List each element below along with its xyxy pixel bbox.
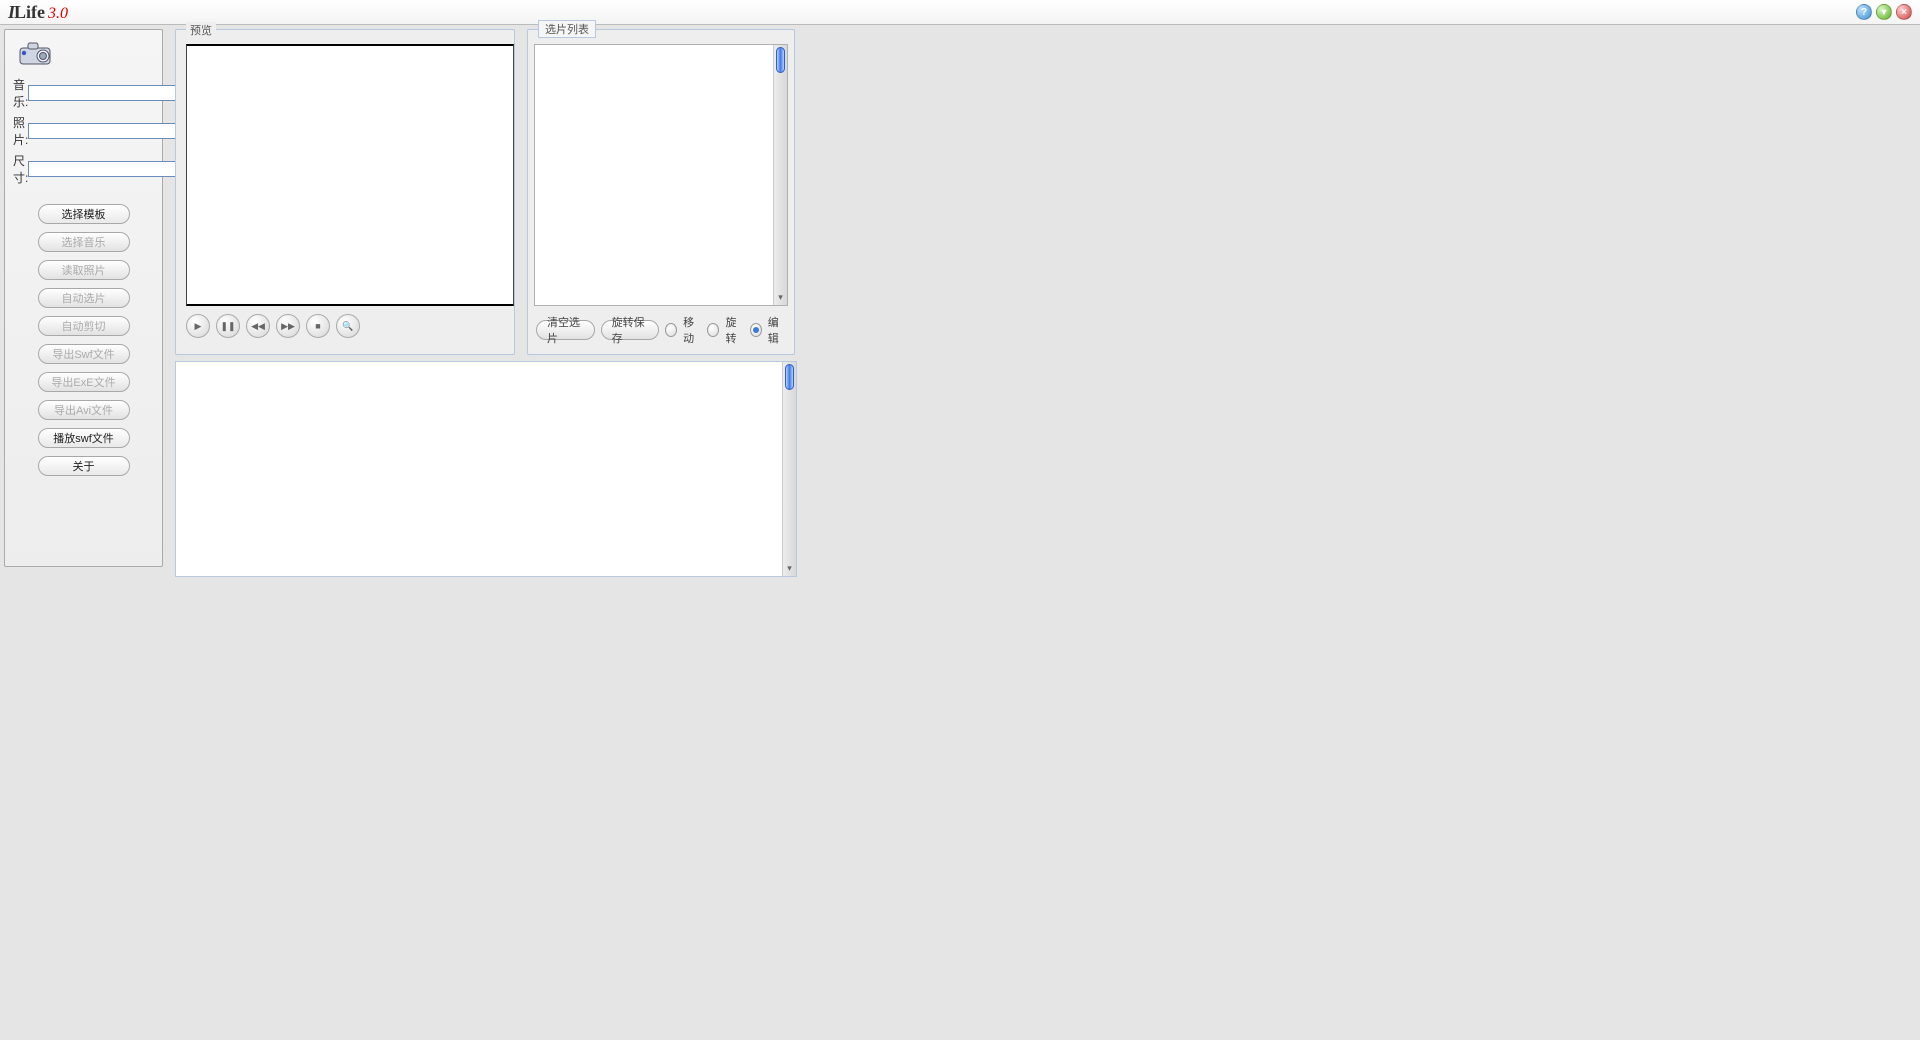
piclist-group: 选片列表 ▾ 清空选片 旋转保存 移动 旋转 编辑 xyxy=(527,29,795,355)
scrollbar-thumb[interactable] xyxy=(776,47,785,73)
stop-button[interactable]: ■ xyxy=(306,314,330,338)
sidebar-button-9[interactable]: 关于 xyxy=(38,456,130,476)
scrollbar-down-icon[interactable]: ▾ xyxy=(776,291,785,303)
scrollbar-thumb[interactable] xyxy=(785,364,794,390)
sidebar-button-0[interactable]: 选择模板 xyxy=(38,204,130,224)
move-radio-label: 移动 xyxy=(683,314,701,346)
sidebar-button-2: 读取照片 xyxy=(38,260,130,280)
sidebar-button-7: 导出Avi文件 xyxy=(38,400,130,420)
piclist-area: ▾ xyxy=(534,44,788,306)
rotate-radio[interactable] xyxy=(707,323,719,337)
play-button[interactable]: ▶ xyxy=(186,314,210,338)
piclist-scrollbar[interactable]: ▾ xyxy=(773,45,787,305)
piclist-legend: 选片列表 xyxy=(538,20,596,38)
pause-button[interactable]: ❚❚ xyxy=(216,314,240,338)
edit-radio-label: 编辑 xyxy=(768,314,786,346)
timeline-panel: ▾ xyxy=(175,361,797,577)
app-logo: I Life 3.0 xyxy=(8,2,68,23)
zoom-button[interactable]: 🔍 xyxy=(336,314,360,338)
rewind-button[interactable]: ◀◀ xyxy=(246,314,270,338)
forward-button[interactable]: ▶▶ xyxy=(276,314,300,338)
help-button[interactable]: ? xyxy=(1856,4,1872,20)
edit-radio[interactable] xyxy=(750,323,762,337)
sidebar-button-6: 导出ExE文件 xyxy=(38,372,130,392)
camera-icon xyxy=(17,40,57,66)
move-radio[interactable] xyxy=(665,323,677,337)
photo-field[interactable] xyxy=(28,123,176,139)
sidebar-button-1: 选择音乐 xyxy=(38,232,130,252)
close-button[interactable]: × xyxy=(1896,4,1912,20)
title-bar: I Life 3.0 ? ▾ × xyxy=(0,0,1920,25)
logo-word-life: Life xyxy=(14,2,45,23)
timeline-scrollbar[interactable]: ▾ xyxy=(782,362,796,576)
scrollbar-down-icon[interactable]: ▾ xyxy=(785,562,794,574)
save-rotation-button[interactable]: 旋转保存 xyxy=(601,320,660,340)
minimize-button[interactable]: ▾ xyxy=(1876,4,1892,20)
sidebar-button-8[interactable]: 播放swf文件 xyxy=(38,428,130,448)
preview-group: 预览 ▶ ❚❚ ◀◀ ▶▶ ■ 🔍 xyxy=(175,29,515,355)
preview-surface xyxy=(186,44,514,306)
music-field[interactable] xyxy=(28,85,176,101)
sidebar-button-5: 导出Swf文件 xyxy=(38,344,130,364)
preview-legend: 预览 xyxy=(186,22,216,38)
photo-label: 照片: xyxy=(13,114,28,148)
sidebar: 音乐: 照片: 尺寸: 选择模板选择音乐读取照片自动选片自动剪切导出Swf文件导… xyxy=(4,29,163,567)
sidebar-button-3: 自动选片 xyxy=(38,288,130,308)
size-field[interactable] xyxy=(28,161,176,177)
clear-selection-button[interactable]: 清空选片 xyxy=(536,320,595,340)
music-label: 音乐: xyxy=(13,76,28,110)
logo-version: 3.0 xyxy=(48,5,68,23)
sidebar-button-4: 自动剪切 xyxy=(38,316,130,336)
size-label: 尺寸: xyxy=(13,152,28,186)
rotate-radio-label: 旋转 xyxy=(725,314,743,346)
